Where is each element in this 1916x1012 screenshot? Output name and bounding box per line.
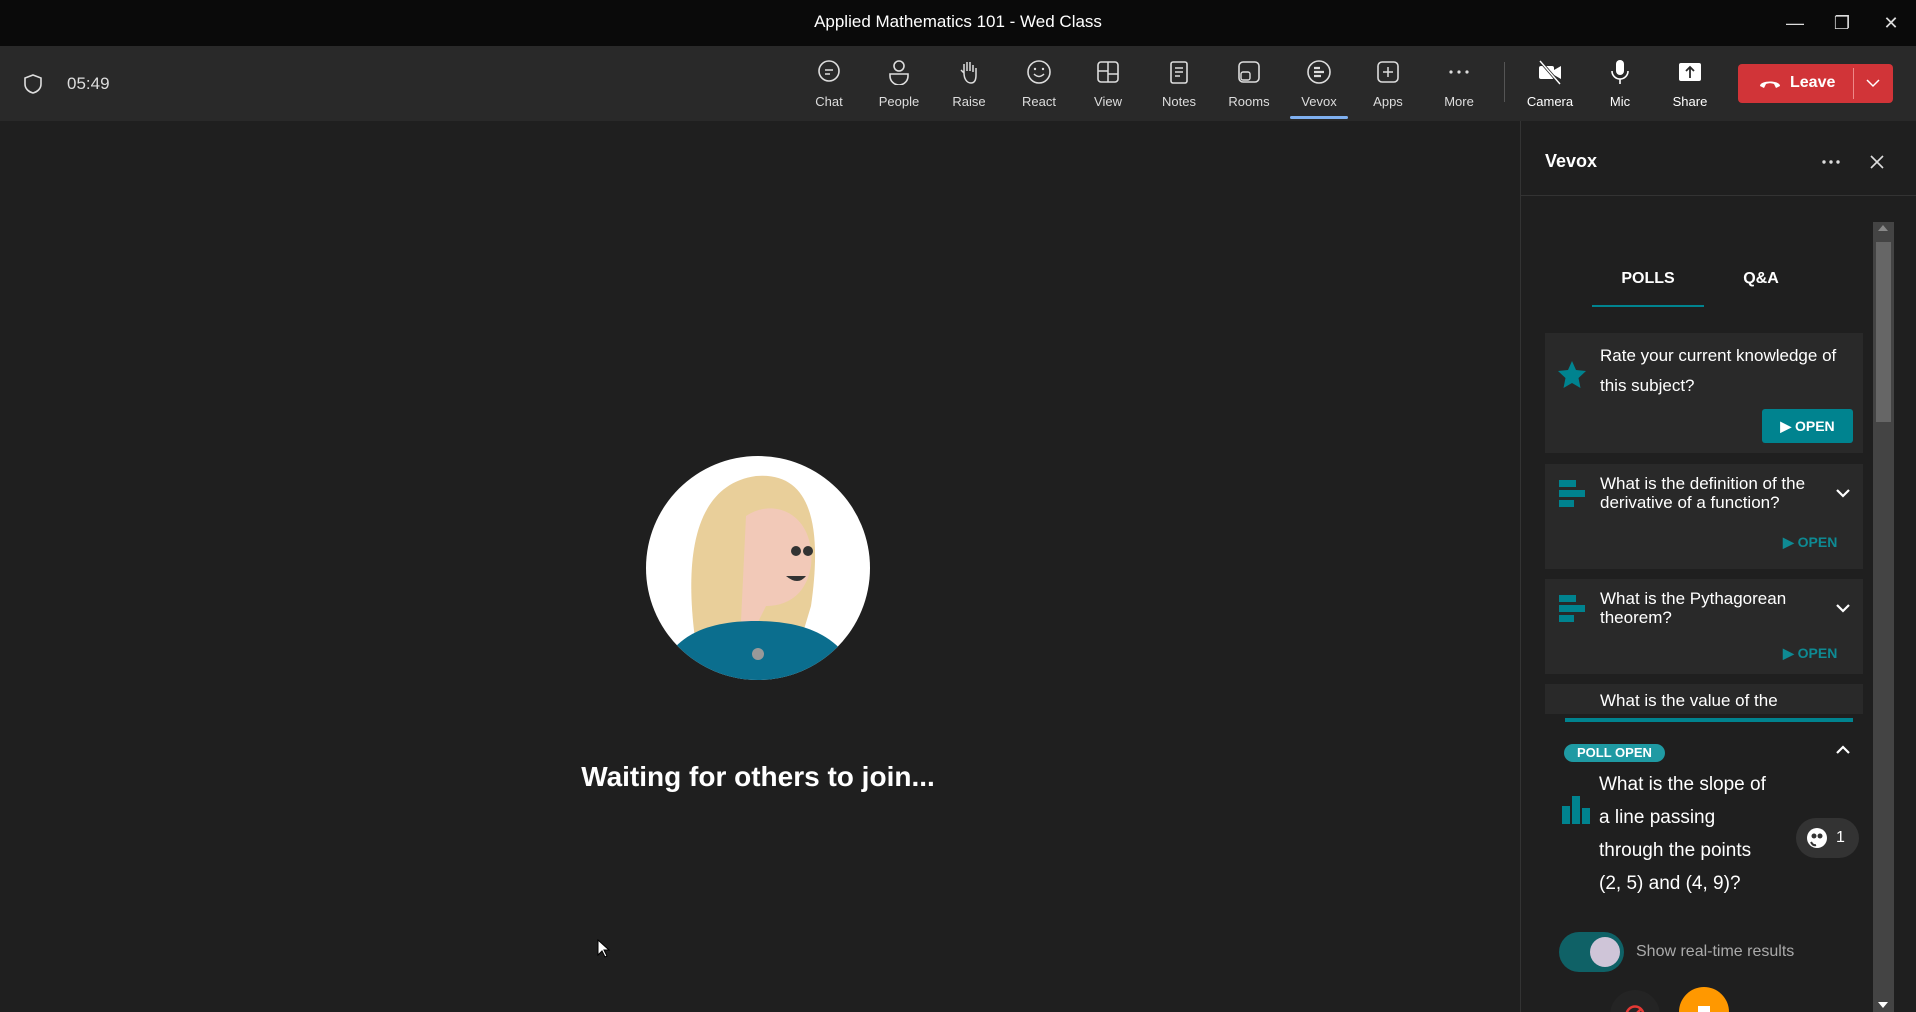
active-tab-indicator [1290,116,1348,119]
panel-header-divider [1521,195,1916,196]
stop-poll-button[interactable] [1679,987,1729,1012]
chevron-down-icon[interactable] [1835,488,1851,500]
toolbar-react[interactable]: React [1007,46,1071,121]
rooms-icon [1238,61,1260,83]
play-icon: ▶ [1780,418,1792,434]
cancel-poll-button[interactable] [1610,990,1660,1012]
close-window-button[interactable]: ✕ [1876,8,1906,38]
response-count: 1 [1796,818,1859,858]
phone-hangup-icon [1760,81,1780,88]
leave-divider [1853,68,1854,99]
grid-icon [1097,61,1119,83]
poll-card[interactable]: Rate your current knowledge of this subj… [1545,333,1863,453]
people-icon [889,60,909,86]
minimize-button[interactable]: — [1780,8,1810,38]
hand-icon [960,62,977,84]
more-options-icon[interactable] [1821,159,1841,165]
active-poll: POLL OPEN What is the slope of a line pas… [1545,714,1863,1012]
open-poll-link[interactable]: ▶ OPEN [1783,534,1837,551]
avatar [646,456,870,680]
tab-qa[interactable]: Q&A [1721,270,1801,288]
toolbar-apps[interactable]: Apps [1356,46,1420,121]
bar-list-icon [1559,480,1585,507]
star-icon [1558,361,1586,388]
block-icon [1625,1005,1645,1012]
respondents-icon [1807,828,1827,848]
open-label: OPEN [1794,418,1835,434]
play-icon: ▶ [1783,645,1794,661]
toolbar-rooms[interactable]: Rooms [1217,46,1281,121]
panel-title: Vevox [1545,151,1598,171]
chevron-down-icon[interactable] [1865,77,1881,89]
chevron-up-icon[interactable] [1835,744,1851,756]
chat-icon [818,60,840,82]
vevox-panel: Vevox POLLS Q&A Rate your current knowle… [1520,121,1916,1012]
toolbar-mic[interactable]: Mic [1588,46,1652,121]
plus-icon [1377,61,1399,83]
scroll-up-icon[interactable] [1878,225,1888,231]
window-title: Applied Mathematics 101 - Wed Class [814,12,1102,31]
toggle-label: Show real-time results [1636,943,1795,960]
realtime-results-toggle[interactable] [1559,932,1624,972]
poll-question: What is the value of the [1600,691,1778,710]
toolbar-camera[interactable]: Camera [1518,46,1582,121]
leave-button[interactable]: Leave [1738,64,1893,103]
toolbar-more[interactable]: More [1427,46,1491,121]
toolbar-view[interactable]: View [1076,46,1140,121]
camera-off-icon [1538,60,1562,85]
share-icon [1679,63,1701,81]
shield-icon [24,74,42,94]
toolbar-chat[interactable]: Chat [797,46,861,121]
leave-label: Leave [1790,74,1836,91]
poll-question: What is the definition of the derivative… [1600,474,1806,512]
toolbar-people[interactable]: People [867,46,931,121]
poll-card[interactable]: What is the definition of the derivative… [1545,464,1863,569]
scrollbar-thumb[interactable] [1876,242,1891,422]
bar-list-icon [1559,595,1585,622]
meeting-toolbar: 05:49 Chat People Raise React View Notes… [0,46,1916,121]
toolbar-divider [1504,62,1505,102]
scroll-down-icon[interactable] [1878,1002,1888,1008]
smile-icon [1027,60,1051,84]
response-count-value: 1 [1836,829,1845,846]
notes-icon [1170,61,1188,84]
poll-open-badge: POLL OPEN [1564,744,1665,762]
more-icon [1449,70,1469,74]
meeting-timer: 05:49 [67,74,110,93]
meeting-stage: Waiting for others to join... [0,121,1520,1012]
toolbar-vevox[interactable]: Vevox [1287,46,1351,121]
toolbar-notes[interactable]: Notes [1147,46,1211,121]
open-poll-button[interactable]: ▶ OPEN [1762,409,1853,443]
toggle-knob [1590,937,1620,967]
poll-question: Rate your current knowledge of this subj… [1600,346,1837,395]
poll-question: What is the Pythagorean theorem? [1600,589,1787,627]
bar-chart-icon [1562,796,1590,824]
toolbar-raise[interactable]: Raise [937,46,1001,121]
play-icon: ▶ [1783,534,1794,550]
open-poll-link[interactable]: ▶ OPEN [1783,645,1837,662]
poll-card[interactable]: What is the value of the [1545,684,1863,714]
poll-progress-bar [1565,718,1853,722]
toolbar-share[interactable]: Share [1658,46,1722,121]
close-panel-icon[interactable] [1868,153,1886,171]
vevox-icon [1307,60,1331,84]
chevron-down-icon[interactable] [1835,603,1851,615]
mouse-cursor-icon [597,939,611,958]
tab-polls[interactable]: POLLS [1592,270,1704,307]
poll-question: What is the slope of a line passing throug… [1599,774,1766,894]
mic-icon [1611,60,1629,84]
polls-scroll-area: POLLS Q&A Rate your current knowledge of… [1521,222,1873,1012]
waiting-message: Waiting for others to join... [581,761,935,792]
poll-card[interactable]: What is the Pythagorean theorem? ▶ OPEN [1545,579,1863,674]
stop-icon [1698,1006,1710,1012]
restore-button[interactable]: ❐ [1827,8,1857,38]
scrollbar[interactable] [1873,222,1894,1012]
title-bar: Applied Mathematics 101 - Wed Class — ❐ … [0,0,1916,46]
